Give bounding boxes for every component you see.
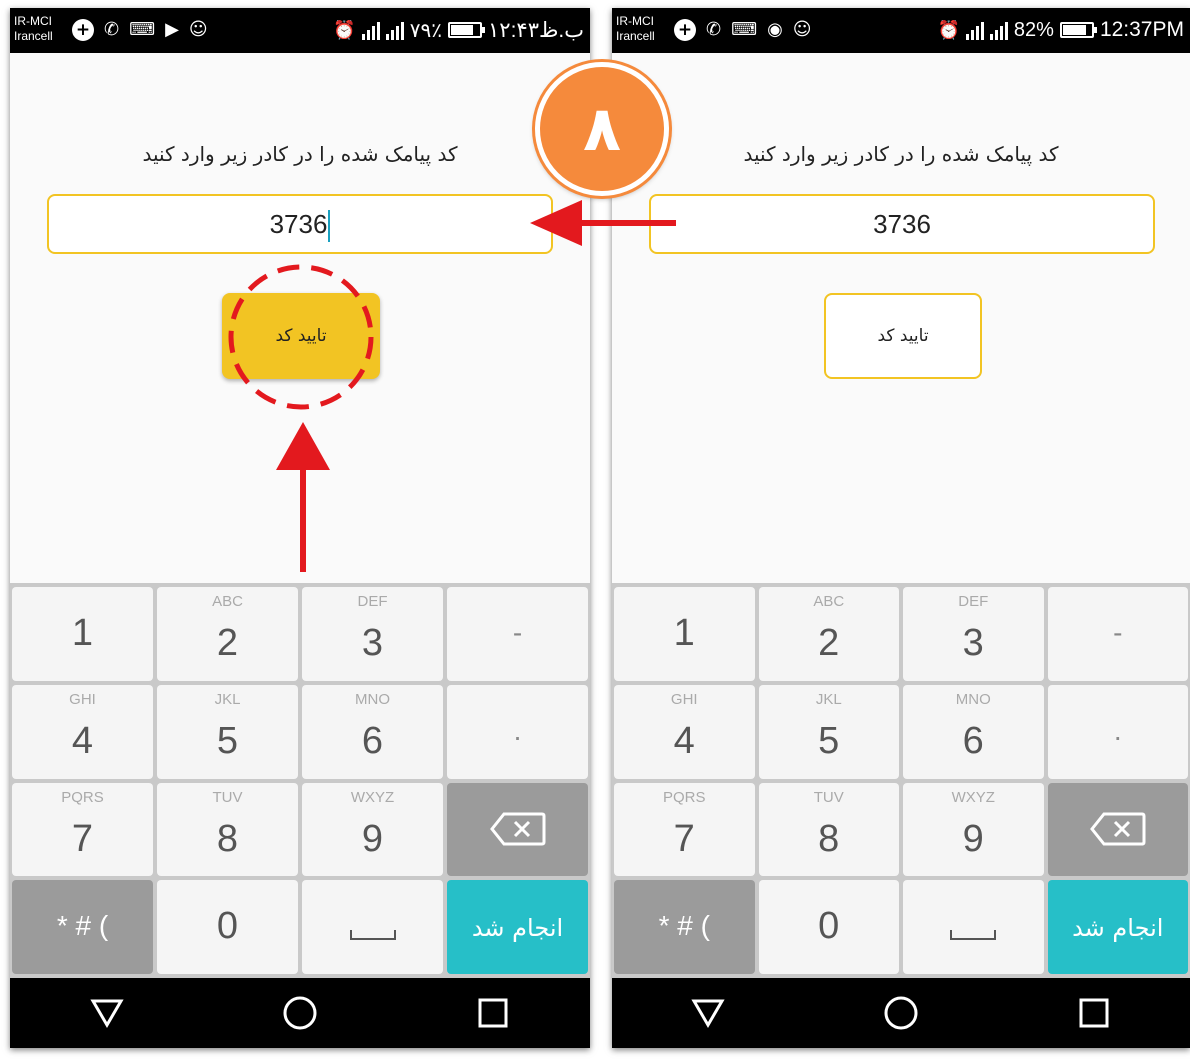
clock: ۱۲:۴۳ب.ظ <box>488 18 584 42</box>
keyboard-icon: ⌨ <box>731 19 758 40</box>
carrier-label: IR-MCI Irancell <box>616 14 655 44</box>
key-dot[interactable]: . <box>447 684 588 779</box>
battery-icon <box>1059 22 1097 38</box>
backspace-key[interactable] <box>447 782 588 877</box>
key-4[interactable]: GHI 4 <box>12 684 153 779</box>
recents-icon[interactable] <box>1074 993 1114 1033</box>
symbols-key[interactable]: * # ( <box>12 880 153 974</box>
phone-screen-right: IR-MCI Irancell + ✆ ⌨ ◉ ☺ ⏰ 82% 12:37PM … <box>612 8 1190 1048</box>
key-7[interactable]: PQRS 7 <box>614 782 755 877</box>
confirm-code-button[interactable]: تایید کد <box>824 293 982 379</box>
key-3[interactable]: DEF 3 <box>302 587 443 681</box>
sms-code-prompt: کد پیامک شده را در کادر زیر وارد کنید <box>743 142 1059 166</box>
battery-icon <box>448 22 486 38</box>
key-8[interactable]: TUV 8 <box>157 782 298 877</box>
sms-icon: ☺ <box>188 19 208 40</box>
done-key[interactable]: انجام شد <box>447 880 588 974</box>
confirm-code-button[interactable]: تایید کد <box>222 293 380 379</box>
home-icon[interactable] <box>881 993 921 1033</box>
key-1[interactable]: 1 <box>12 587 153 681</box>
code-value: 3736 <box>269 209 328 239</box>
sms-code-input[interactable]: 3736 <box>649 194 1155 254</box>
recents-icon[interactable] <box>473 993 513 1033</box>
key-5[interactable]: JKL 5 <box>157 684 298 779</box>
key-0[interactable]: 0 <box>157 880 298 974</box>
alarm-icon: ⏰ <box>333 20 356 40</box>
back-icon[interactable] <box>87 993 127 1033</box>
backspace-icon <box>1089 812 1146 846</box>
signal-icon <box>989 20 1008 40</box>
code-value: 3736 <box>873 209 931 239</box>
backspace-icon <box>489 812 545 846</box>
space-key[interactable] <box>903 880 1044 974</box>
key-6[interactable]: MNO 6 <box>302 684 443 779</box>
signal-icon <box>385 20 404 40</box>
key-9[interactable]: WXYZ 9 <box>302 782 443 877</box>
done-key[interactable]: انجام شد <box>1047 880 1188 974</box>
home-icon[interactable] <box>280 993 320 1033</box>
key-3[interactable]: DEF 3 <box>903 587 1044 681</box>
key-5[interactable]: JKL 5 <box>758 684 899 779</box>
key-6[interactable]: MNO 6 <box>903 684 1044 779</box>
key-dash[interactable]: - <box>1047 587 1188 681</box>
backspace-key[interactable] <box>1047 782 1188 877</box>
key-2[interactable]: ABC 2 <box>157 587 298 681</box>
key-2[interactable]: ABC 2 <box>758 587 899 681</box>
shield-icon: ◉ <box>767 19 783 40</box>
symbols-key[interactable]: * # ( <box>614 880 755 974</box>
phone-icon: ✆ <box>706 19 722 40</box>
plus-icon: + <box>674 19 696 41</box>
phone-icon: ✆ <box>104 19 120 40</box>
space-key[interactable] <box>302 880 443 974</box>
carrier-name: IR-MCI <box>14 14 52 28</box>
key-4[interactable]: GHI 4 <box>614 684 755 779</box>
carrier-name-secondary: Irancell <box>616 29 655 43</box>
phone-screen-left: IR-MCI Irancell + ✆ ⌨ ▶ ☺ ⏰ ٧٩٪ ۱۲:۴۳ب.ظ… <box>10 8 590 1048</box>
battery-percent: ٧٩٪ <box>409 19 443 42</box>
numeric-keypad: 1 ABC 2 DEF 3 - GHI 4 JKL 5 MNO 6 . PQRS 7 TUV… <box>10 583 590 978</box>
step-number-badge: ۸ <box>535 62 669 196</box>
battery-percent: 82% <box>1013 18 1054 41</box>
key-1[interactable]: 1 <box>614 587 755 681</box>
play-store-icon: ▶ <box>165 19 179 40</box>
signal-icon <box>965 20 984 40</box>
navigation-bar <box>612 978 1190 1048</box>
navigation-bar <box>10 978 590 1048</box>
numeric-keypad: 1 ABC 2 DEF 3 - GHI 4 JKL 5 MNO 6 . PQRS 7 TUV… <box>612 583 1190 978</box>
signal-icon <box>361 20 380 40</box>
key-dot[interactable]: . <box>1047 684 1188 779</box>
space-icon <box>349 930 396 941</box>
plus-icon: + <box>72 19 94 41</box>
sms-icon: ☺ <box>792 19 812 40</box>
carrier-name: IR-MCI <box>616 14 654 28</box>
space-icon <box>950 930 997 941</box>
status-bar: IR-MCI Irancell + ✆ ⌨ ▶ ☺ ⏰ ٧٩٪ ۱۲:۴۳ب.ظ <box>10 8 590 53</box>
text-caret <box>328 210 331 243</box>
keyboard-icon: ⌨ <box>129 19 156 40</box>
status-bar: IR-MCI Irancell + ✆ ⌨ ◉ ☺ ⏰ 82% 12:37PM <box>612 8 1190 53</box>
alarm-icon: ⏰ <box>937 20 960 40</box>
key-9[interactable]: WXYZ 9 <box>903 782 1044 877</box>
sms-code-prompt: کد پیامک شده را در کادر زیر وارد کنید <box>142 142 458 166</box>
key-8[interactable]: TUV 8 <box>758 782 899 877</box>
key-dash[interactable]: - <box>447 587 588 681</box>
back-icon[interactable] <box>688 993 728 1033</box>
carrier-name-secondary: Irancell <box>14 29 53 43</box>
key-0[interactable]: 0 <box>758 880 899 974</box>
key-7[interactable]: PQRS 7 <box>12 782 153 877</box>
sms-code-input[interactable]: 3736 <box>47 194 553 254</box>
carrier-label: IR-MCI Irancell <box>14 14 53 44</box>
clock: 12:37PM <box>1099 18 1184 41</box>
